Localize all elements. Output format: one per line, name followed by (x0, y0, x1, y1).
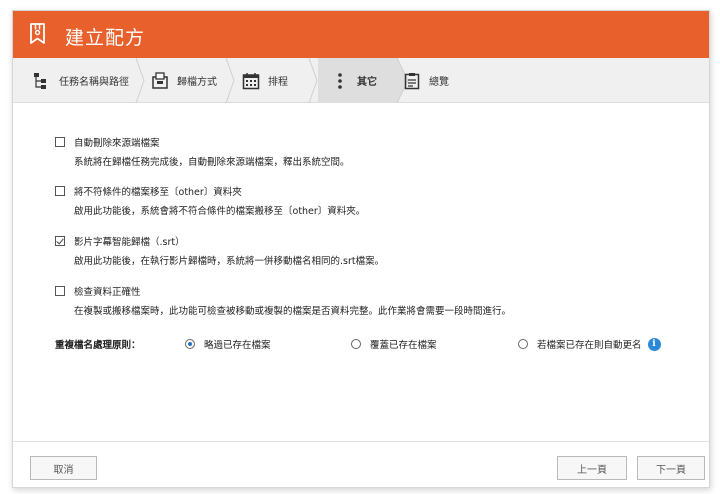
radio-label: 若檔案已存在則自動更名 (537, 340, 642, 351)
option-description: 啟用此功能後，在執行影片歸檔時，系統將一併移動檔名相同的.srt檔案。 (74, 256, 385, 267)
checkbox-verify-data[interactable] (55, 286, 65, 296)
checkbox-move-to-other-folder[interactable] (55, 186, 65, 196)
option-description: 啟用此功能後，系統會將不符合條件的檔案搬移至〔other〕資料夾。 (74, 206, 366, 217)
dialog-title: 建立配方 (65, 27, 146, 49)
duplicate-rule-label: 重複檔名處理原則： (55, 340, 141, 351)
step-schedule[interactable]: 排程 (242, 58, 288, 103)
step-separator-icon (225, 58, 235, 103)
step-archive-method[interactable]: 歸檔方式 (151, 58, 217, 103)
radio-indicator (518, 339, 528, 349)
checkbox-subtitle-smart-archive[interactable] (55, 236, 65, 246)
step-other[interactable]: 其它 (331, 58, 377, 103)
cancel-button[interactable]: 取消 (30, 456, 97, 480)
previous-button[interactable]: 上一頁 (557, 456, 627, 480)
radio-indicator (185, 339, 195, 349)
step-separator-icon (308, 58, 318, 103)
step-label: 歸檔方式 (177, 77, 217, 88)
option-label: 影片字幕智能歸檔（.srt） (74, 237, 185, 248)
radio-label: 略過已存在檔案 (204, 340, 271, 351)
archive-box-icon (152, 71, 168, 89)
option-description: 系統將在歸檔任務完成後，自動刪除來源端檔案，釋出系統空間。 (74, 157, 350, 168)
radio-indicator (351, 339, 361, 349)
recipe-icon (30, 23, 45, 44)
step-overview[interactable]: 總覽 (403, 58, 449, 103)
step-label: 任務名稱與路徑 (59, 77, 129, 88)
option-label: 自動刪除來源端檔案 (74, 138, 160, 149)
step-label: 排程 (268, 77, 288, 88)
title-bar: 建立配方 (13, 11, 709, 58)
checkbox-auto-delete-source[interactable] (55, 137, 65, 147)
step-label: 總覽 (429, 77, 449, 88)
dialog-footer: 取消 上一頁 下一頁 (13, 441, 709, 487)
info-icon[interactable]: i (647, 337, 661, 351)
option-description: 在複製或搬移檔案時，此功能可檢查被移動或複製的檔案是否資料完整。此作業將會需要一… (74, 306, 512, 317)
radio-auto-rename[interactable]: 若檔案已存在則自動更名 i (518, 337, 661, 351)
clipboard-icon (404, 72, 420, 89)
option-label: 將不符條件的檔案移至〔other〕資料夾 (74, 187, 242, 198)
next-button[interactable]: 下一頁 (637, 456, 705, 480)
folder-tree-icon (34, 72, 46, 89)
step-label: 其它 (357, 77, 377, 88)
create-recipe-dialog: 建立配方 任務名稱與路徑 歸檔方式 排程 其它 總覽 自動刪除來源端檔案 系統將… (12, 10, 710, 488)
option-label: 檢查資料正確性 (74, 287, 141, 298)
radio-label: 覆蓋已存在檔案 (370, 340, 437, 351)
more-vertical-icon (338, 72, 342, 89)
step-task-name-path[interactable]: 任務名稱與路徑 (33, 58, 129, 103)
radio-skip-existing[interactable]: 略過已存在檔案 (185, 337, 271, 351)
calendar-icon (242, 72, 260, 89)
step-separator-icon (135, 58, 145, 103)
wizard-steps: 任務名稱與路徑 歸檔方式 排程 其它 總覽 (13, 58, 709, 103)
radio-overwrite-existing[interactable]: 覆蓋已存在檔案 (351, 337, 437, 351)
duplicate-filename-rule: 重複檔名處理原則： 略過已存在檔案 覆蓋已存在檔案 若檔案已存在則自動更名 i (55, 336, 695, 352)
